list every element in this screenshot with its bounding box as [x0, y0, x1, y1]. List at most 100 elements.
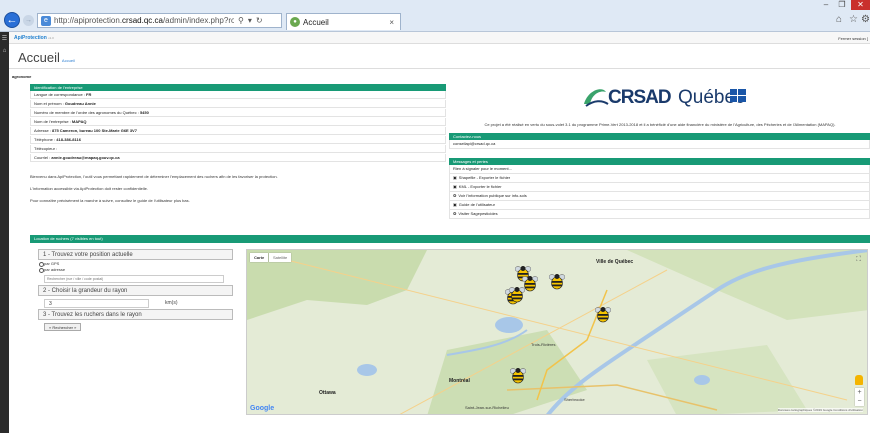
step-2-header: 2 - Choisir la grandeur du rayon	[38, 285, 233, 296]
url-prefix: http://apiprotection.	[54, 16, 123, 25]
identification-row-value: FR	[86, 92, 92, 97]
close-icon[interactable]: ×	[389, 18, 394, 27]
address-search-input[interactable]	[44, 275, 224, 283]
link-label: Guide de l'utilisateur	[458, 202, 495, 207]
map-place-label: Trois-Rivières	[531, 342, 556, 347]
message-link[interactable]: ▣ Shapefile - Exporter le fichier	[449, 174, 870, 183]
radio-address[interactable]: par adresse	[38, 267, 233, 273]
quebec-flag-icon	[730, 89, 746, 102]
identification-row: Télécopieur :	[30, 145, 446, 153]
identification-row-value: 5450	[139, 110, 149, 115]
window-close-button[interactable]: ✕	[851, 0, 870, 10]
site-favicon-icon: e	[41, 15, 51, 26]
identification-header: Identification de l'entreprise	[30, 84, 446, 91]
logout-link[interactable]: Fermer session [	[838, 36, 868, 41]
tab-favicon-icon: ●	[290, 17, 300, 27]
beehive-marker-icon[interactable]	[595, 305, 611, 323]
beehive-marker-icon[interactable]	[509, 285, 525, 303]
identification-row-value: 418-386-8116	[56, 137, 81, 142]
step-1-header: 1 - Trouvez votre position actuelle	[38, 249, 233, 260]
menu-icon[interactable]: ☰	[0, 35, 9, 42]
identification-row-value: annie.goudreau@mapaq.gouv.qc.ca	[51, 155, 120, 160]
messages-empty: Rien à signaler pour le moment...	[449, 165, 870, 174]
identification-row: Téléphone : 418-386-8116	[30, 136, 446, 144]
crsad-quebec-logo: CRSAD Québec	[580, 82, 755, 114]
window-minimize-button[interactable]: –	[818, 0, 834, 10]
refresh-icon[interactable]: ↻	[256, 16, 263, 25]
page-title: Accueil Accueil	[18, 50, 75, 65]
google-map[interactable]: Carte Satellite ⛶ Ville de Québec Montréa…	[246, 249, 868, 415]
gear-icon[interactable]: ⚙	[861, 14, 870, 25]
map-type-plan-button[interactable]: Carte	[250, 253, 269, 262]
top-navigation: ApiProtection v1.0 Fermer session [	[9, 32, 870, 44]
link-icon: ▣	[453, 202, 457, 207]
welcome-paragraph: Bienvenu dans ApiProtection, l'outil vou…	[30, 174, 278, 179]
zoom-in-icon[interactable]: +	[855, 388, 864, 397]
link-label: Shapefile - Exporter le fichier	[458, 175, 511, 180]
zoom-control[interactable]: + −	[855, 388, 864, 406]
welcome-paragraph: L'information accessible via ApiProtecti…	[30, 186, 148, 191]
crsad-logo-text: CRSAD	[608, 87, 672, 108]
identification-row-label: Courriel :	[34, 155, 52, 160]
url-path: /admin/index.php?route=comr	[162, 16, 234, 25]
link-icon: ❂	[453, 211, 457, 216]
link-label: KML - Exporter le fichier	[458, 184, 502, 189]
map-place-label: Montréal	[449, 378, 470, 384]
google-logo: Google	[250, 405, 275, 412]
identification-row-value: Goudreau Annie	[64, 101, 96, 106]
partner-statement: Ce projet a été réalisé en vertu du sous…	[484, 122, 836, 127]
beehive-marker-icon[interactable]	[549, 272, 565, 290]
message-link[interactable]: ❂ Voir l'information publique sur info-so…	[449, 192, 870, 201]
identification-row: Nom de l'entreprise : MAPAQ	[30, 118, 446, 126]
street-view-pegman-icon[interactable]	[855, 375, 863, 385]
contact-email[interactable]: conseilapi@crsad.qc.ca	[449, 140, 870, 149]
app-name-text: ApiProtection	[14, 35, 47, 41]
fullscreen-icon[interactable]: ⛶	[856, 256, 861, 264]
message-link[interactable]: ❂ Visiter Sagepesticides	[449, 210, 870, 219]
app-name[interactable]: ApiProtection v1.0	[14, 35, 54, 41]
beehive-marker-icon[interactable]	[510, 366, 526, 384]
map-place-label: Saint-Jean-sur-Richelieu	[465, 405, 509, 410]
message-link[interactable]: ▣ Guide de l'utilisateur	[449, 201, 870, 210]
identification-row-value: MAPAQ	[71, 119, 87, 124]
star-icon[interactable]: ☆	[849, 14, 858, 25]
divider	[9, 68, 870, 69]
message-link[interactable]: ▣ KML - Exporter le fichier	[449, 183, 870, 192]
identification-row-label: Numéro de membre de l'ordre des agronome…	[34, 110, 140, 115]
map-place-label: Sherbrooke	[564, 397, 585, 402]
zoom-out-icon[interactable]: −	[855, 397, 864, 406]
radius-row: km(s)	[38, 297, 233, 309]
step-3-header: 3 - Trouvez les ruchers dans le rayon	[38, 309, 233, 320]
identification-row: Adresse : 875 Cameron, bureau 100 Ste-Ma…	[30, 127, 446, 135]
tab-title: Accueil	[303, 17, 329, 27]
map-section-header: Location de ruchers (7 visibles en tout)	[30, 235, 870, 243]
map-place-label: Ottawa	[319, 390, 336, 396]
search-button[interactable]: « Rechercher »	[44, 323, 82, 331]
browser-chrome: – ❐ ✕ ← → e http://apiprotection.crsad.q…	[0, 0, 870, 32]
page-subtitle[interactable]: Accueil	[62, 58, 75, 63]
messages-header: Messages et pertes	[449, 158, 870, 165]
link-icon: ▣	[453, 184, 457, 189]
url-domain: crsad.qc.ca	[122, 16, 163, 25]
back-arrow-icon[interactable]: ←	[4, 12, 20, 28]
home-icon[interactable]: ⌂	[0, 48, 9, 54]
left-sidebar: ☰ ⌂	[0, 32, 9, 433]
dropdown-icon[interactable]: ▾	[248, 16, 252, 25]
link-label: Voir l'information publique sur info-sol…	[458, 193, 527, 198]
home-icon[interactable]: ⌂	[836, 14, 842, 25]
radius-input[interactable]	[44, 299, 149, 308]
contact-header: Contactez-nous	[449, 133, 870, 140]
map-type-satellite-button[interactable]: Satellite	[269, 253, 292, 262]
forward-arrow-icon[interactable]: →	[23, 15, 34, 26]
window-maximize-button[interactable]: ❐	[834, 0, 850, 10]
page-title-text: Accueil	[18, 50, 60, 65]
map-attribution[interactable]: Données cartographiques ©2019 Google Con…	[777, 408, 863, 412]
app-version: v1.0	[48, 36, 54, 40]
identification-row-label: Adresse :	[34, 128, 53, 133]
address-bar[interactable]: e http://apiprotection.crsad.qc.ca/admin…	[37, 13, 282, 28]
search-icon[interactable]: ⚲	[238, 16, 244, 25]
url-text[interactable]: http://apiprotection.crsad.qc.ca/admin/i…	[54, 16, 234, 25]
identification-row: Courriel : annie.goudreau@mapaq.gouv.qc.…	[30, 154, 446, 162]
browser-tab[interactable]: ● Accueil ×	[286, 13, 401, 30]
identification-row-label: Télécopieur :	[34, 146, 58, 151]
